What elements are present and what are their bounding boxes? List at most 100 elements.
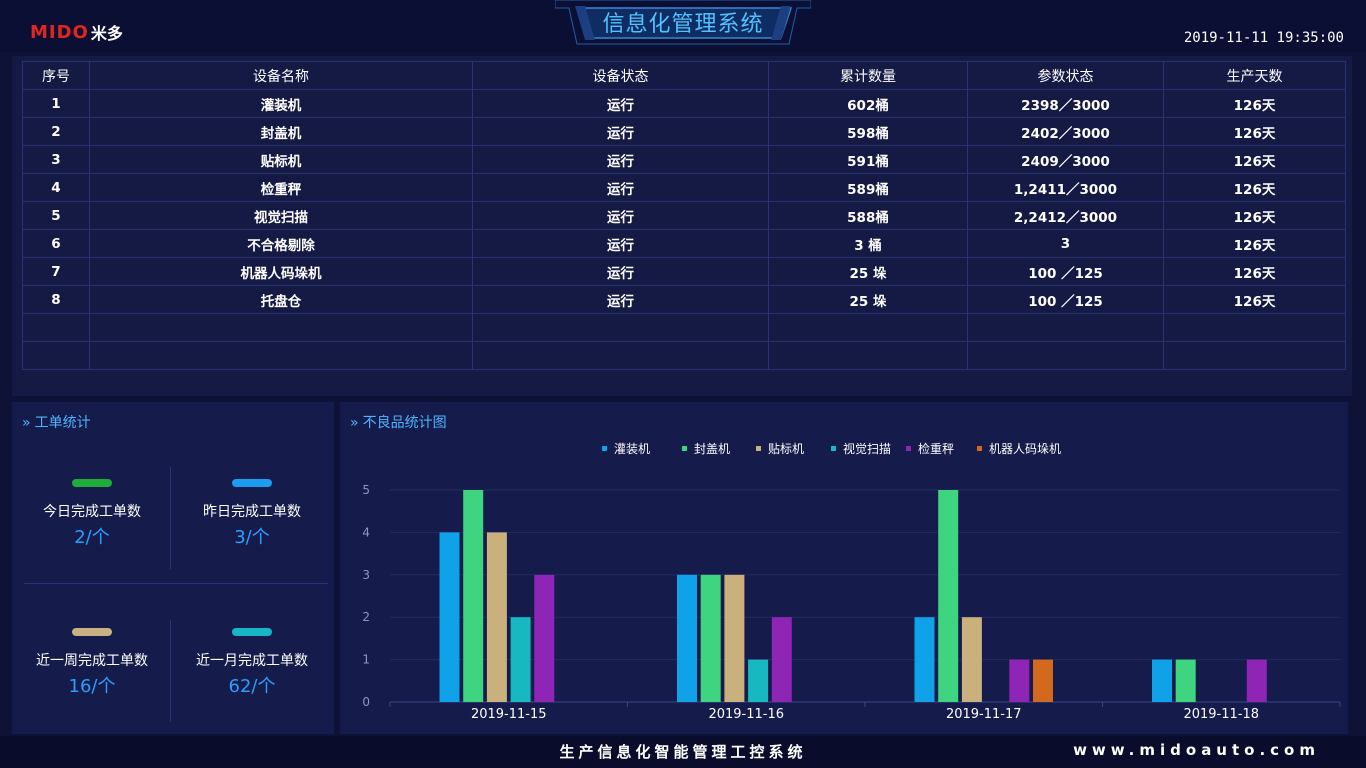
legend-label: 封盖机 (694, 442, 730, 456)
y-tick-label: 4 (362, 525, 370, 539)
cell-device-status: 运行 (472, 145, 769, 174)
cell-total-count: 588桶 (768, 201, 968, 230)
cell-empty (89, 341, 473, 370)
x-tick-label: 2019-11-16 (708, 707, 784, 722)
cell-production-days: 126天 (1163, 145, 1346, 174)
cell-production-days: 126天 (1163, 201, 1346, 230)
bar-检重秤 (1246, 659, 1267, 702)
cell-device-status: 运行 (472, 117, 769, 146)
cell-production-days: 126天 (1163, 229, 1346, 258)
footer-url[interactable]: www.midoauto.com (1073, 741, 1320, 759)
stat-month-value: 62/个 (228, 676, 276, 697)
work-order-title-text: 工单统计 (34, 415, 91, 431)
stat-yesterday-value: 3/个 (234, 527, 270, 548)
cell-param-status: 2402／3000 (967, 117, 1164, 146)
cell-device-status: 运行 (472, 285, 769, 314)
bar-机器人码垛机 (1033, 659, 1053, 702)
stat-week-label: 近一周完成工单数 (36, 653, 148, 669)
col-header-param-status: 参数状态 (967, 61, 1164, 90)
cell-index: 2 (22, 117, 90, 146)
legend-swatch (831, 446, 836, 451)
bar-贴标机 (961, 617, 982, 702)
col-header-production-days: 生产天数 (1163, 61, 1346, 90)
bar-封盖机 (938, 490, 959, 702)
bar-灌装机 (914, 617, 935, 702)
cell-device-status: 运行 (472, 201, 769, 230)
legend-label: 贴标机 (768, 442, 804, 456)
table-row-empty (22, 313, 1346, 342)
legend-label: 机器人码垛机 (989, 441, 1061, 456)
cell-total-count: 591桶 (768, 145, 968, 174)
cell-empty (967, 341, 1164, 370)
y-tick-label: 3 (362, 568, 370, 582)
cell-device-name: 视觉扫描 (89, 201, 473, 230)
cell-index: 3 (22, 145, 90, 174)
table-row: 8 托盘仓 运行 25 垛 100 ／125 126天 (22, 285, 1346, 314)
cell-device-name: 机器人码垛机 (89, 257, 473, 286)
cell-empty (967, 313, 1164, 342)
col-header-device-name: 设备名称 (89, 61, 473, 90)
legend-label: 灌装机 (614, 442, 650, 456)
cell-total-count: 602桶 (768, 89, 968, 118)
stat-month-label: 近一月完成工单数 (196, 653, 308, 669)
cell-production-days: 126天 (1163, 89, 1346, 118)
defect-chart-panel: » 不良品统计图 0 1 2 3 4 5 2019-11-15 2019-11-16 2019-1… (340, 402, 1348, 734)
col-header-total-count: 累计数量 (768, 61, 968, 90)
cell-empty (1163, 341, 1346, 370)
work-order-title: » 工单统计 (22, 412, 91, 432)
bar-灌装机 (439, 532, 460, 702)
cell-device-status: 运行 (472, 229, 769, 258)
table-row: 2 封盖机 运行 598桶 2402／3000 126天 (22, 117, 1346, 146)
table-row: 5 视觉扫描 运行 588桶 2,2412／3000 126天 (22, 201, 1346, 230)
cell-production-days: 126天 (1163, 173, 1346, 202)
x-tick-label: 2019-11-18 (1183, 707, 1259, 722)
x-tick-label: 2019-11-15 (471, 707, 547, 722)
cell-device-name: 贴标机 (89, 145, 473, 174)
cell-device-status: 运行 (472, 89, 769, 118)
y-tick-label: 5 (362, 483, 370, 497)
x-tick-label: 2019-11-17 (946, 707, 1022, 722)
cell-production-days: 126天 (1163, 257, 1346, 286)
cell-device-name: 封盖机 (89, 117, 473, 146)
table-header-row: 序号 设备名称 设备状态 累计数量 参数状态 生产天数 (22, 61, 1346, 90)
table-row: 7 机器人码垛机 运行 25 垛 100 ／125 126天 (22, 257, 1346, 286)
cell-empty (22, 341, 90, 370)
cell-empty (1163, 313, 1346, 342)
bar-封盖机 (463, 490, 484, 702)
page-title: 信息化管理系统 (602, 12, 764, 37)
legend-swatch (682, 446, 687, 451)
y-tick-label: 2 (362, 610, 370, 624)
legend-swatch (906, 446, 911, 451)
cell-production-days: 126天 (1163, 117, 1346, 146)
bar-检重秤 (771, 617, 792, 702)
cell-param-status: 100 ／125 (967, 285, 1164, 314)
cell-total-count: 25 垛 (768, 257, 968, 286)
cell-param-status: 3 (967, 229, 1164, 258)
stat-month-pill (232, 628, 272, 636)
header-bar: MIDO 米多 信息化管理系统 2019-11-11 19:35:00 (0, 0, 1366, 52)
cell-param-status: 2398／3000 (967, 89, 1164, 118)
cell-device-name: 灌装机 (89, 89, 473, 118)
cell-index: 5 (22, 201, 90, 230)
work-order-panel: » 工单统计 今日完成工单数 2/个 昨日完成工单数 3/个 近一周完成工单数 1… (12, 402, 334, 734)
y-tick-label: 0 (362, 695, 370, 709)
col-header-device-status: 设备状态 (472, 61, 769, 90)
cell-empty (768, 313, 968, 342)
cell-device-name: 托盘仓 (89, 285, 473, 314)
legend-swatch (977, 446, 982, 451)
stat-today-label: 今日完成工单数 (43, 504, 141, 520)
y-tick-label: 1 (362, 653, 370, 667)
device-table-panel: 序号 设备名称 设备状态 累计数量 参数状态 生产天数 1 灌装机 运行 602桶 23… (12, 56, 1352, 396)
stat-yesterday: 昨日完成工单数 3/个 (177, 479, 327, 549)
cell-index: 7 (22, 257, 90, 286)
cell-index: 4 (22, 173, 90, 202)
cell-empty (768, 341, 968, 370)
cell-param-status: 2409／3000 (967, 145, 1164, 174)
cell-total-count: 589桶 (768, 173, 968, 202)
cell-index: 6 (22, 229, 90, 258)
cell-production-days: 126天 (1163, 285, 1346, 314)
cell-empty (472, 341, 769, 370)
stat-today-pill (72, 479, 112, 487)
title-plate: 信息化管理系统 (554, 0, 812, 46)
cell-device-name: 检重秤 (89, 173, 473, 202)
